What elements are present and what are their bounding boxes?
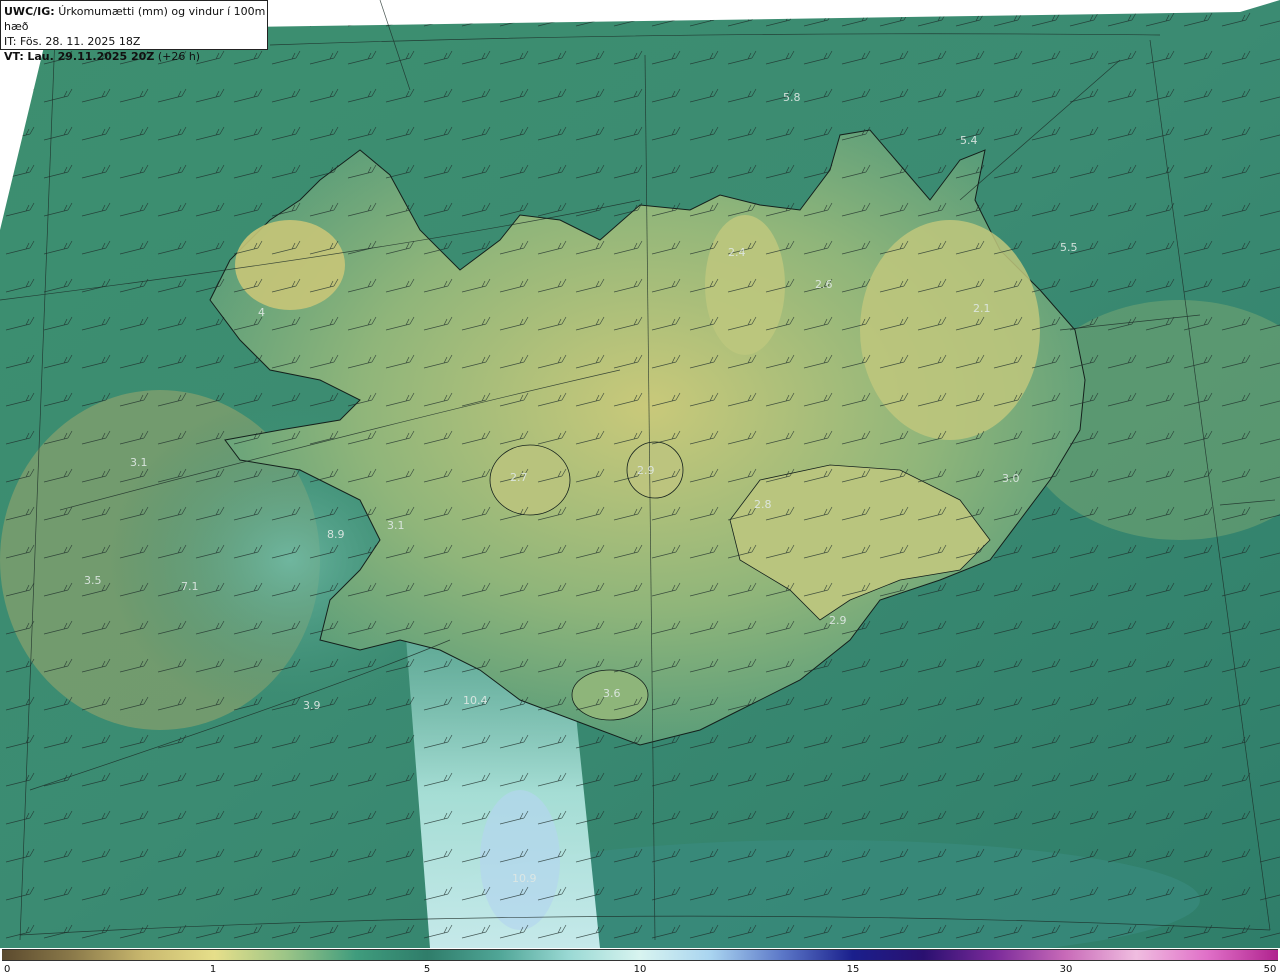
map-value-label: 2.9 xyxy=(829,614,847,627)
forecast-offset: (+26 h) xyxy=(157,50,201,63)
map-value-label: 2.8 xyxy=(754,498,772,511)
map-value-label: 2.4 xyxy=(728,246,746,259)
colorbar-tick: 5 xyxy=(423,964,431,975)
title-line: UWC/IG: Úrkomumætti (mm) og vindur í 100… xyxy=(4,4,267,34)
map-value-label: 3.1 xyxy=(387,519,405,532)
map-value-label: 2.7 xyxy=(510,471,528,484)
map-value-label: 2.1 xyxy=(973,302,991,315)
map-value-label: 2.9 xyxy=(637,464,655,477)
product-code: UWC/IG: xyxy=(4,5,55,18)
map-value-label: 2.6 xyxy=(815,278,833,291)
colorbar-tick: 1 xyxy=(209,964,217,975)
precip-colorbar xyxy=(2,949,1278,961)
colorbar-tick: 15 xyxy=(846,964,860,975)
valid-time: Lau. 29.11.2025 20Z xyxy=(27,50,155,63)
map-value-label: 3.9 xyxy=(303,699,321,712)
valid-time-line: VT: Lau. 29.11.2025 20Z (+26 h) xyxy=(4,49,267,64)
map-value-label: 10.4 xyxy=(463,694,488,707)
map-value-label: 5.5 xyxy=(1060,241,1078,254)
map-value-label: 5.8 xyxy=(783,91,801,104)
map-value-label: 3.6 xyxy=(603,687,621,700)
colorbar-tick: 0 xyxy=(4,964,11,975)
init-time-line: IT: Fös. 28. 11. 2025 18Z xyxy=(4,34,267,49)
colorbar-tick: 30 xyxy=(1059,964,1073,975)
colorbar-tick: 50 xyxy=(1263,964,1277,975)
map-value-label: 3.0 xyxy=(1002,472,1020,485)
map-value-label: 8.9 xyxy=(327,528,345,541)
weather-map: 5.8 5.4 5.5 2.4 2.6 2.1 3.1 2.7 2.9 2.8 … xyxy=(0,0,1280,948)
map-value-label: 10.9 xyxy=(512,872,537,885)
map-value-label: 5.4 xyxy=(960,134,978,147)
init-time: Fös. 28. 11. 2025 18Z xyxy=(19,35,141,48)
valid-time-prefix: VT: xyxy=(4,50,24,63)
map-value-label: 7.1 xyxy=(181,580,199,593)
map-info-box: UWC/IG: Úrkomumætti (mm) og vindur í 100… xyxy=(0,0,268,63)
colorbar-tick: 10 xyxy=(633,964,647,975)
map-value-label: 3.1 xyxy=(130,456,148,469)
init-time-prefix: IT: xyxy=(4,35,17,48)
map-value-label: 3.5 xyxy=(84,574,102,587)
map-value-label: 4 xyxy=(258,306,265,319)
